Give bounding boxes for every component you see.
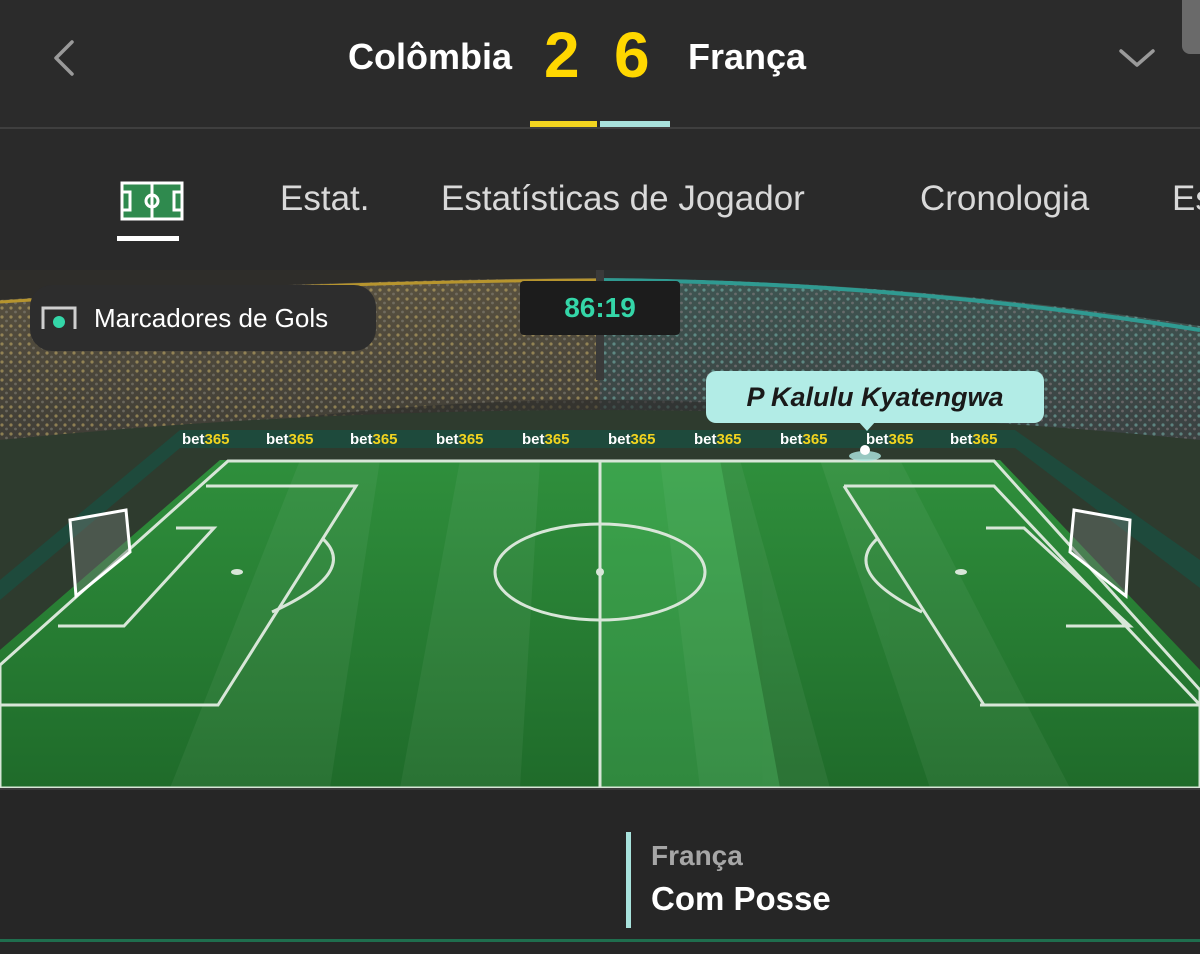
goal-scorers-button[interactable]: Marcadores de Gols bbox=[30, 285, 376, 351]
svg-text:bet365: bet365 bbox=[266, 431, 314, 448]
svg-text:bet365: bet365 bbox=[866, 431, 914, 448]
tab-stats[interactable]: Estat. bbox=[280, 179, 369, 219]
svg-text:bet365: bet365 bbox=[350, 431, 398, 448]
tab-pitch-icon[interactable] bbox=[120, 181, 184, 221]
away-score: 6 bbox=[614, 19, 650, 91]
ball-carrier-label: P Kalulu Kyatengwa bbox=[706, 371, 1044, 423]
svg-text:bet365: bet365 bbox=[608, 431, 656, 448]
svg-text:bet365: bet365 bbox=[522, 431, 570, 448]
home-team-indicator bbox=[530, 121, 597, 127]
tab-timeline[interactable]: Cronologia bbox=[920, 179, 1089, 219]
active-tab-underline bbox=[117, 236, 179, 241]
goal-icon bbox=[41, 306, 77, 329]
home-team-name: Colômbia bbox=[347, 36, 512, 77]
possession-color-bar bbox=[626, 832, 631, 928]
home-score: 2 bbox=[544, 19, 580, 91]
possession-team: França bbox=[651, 840, 743, 871]
scroll-edge bbox=[1182, 0, 1200, 54]
match-clock: 86:19 bbox=[520, 281, 680, 335]
svg-text:bet365: bet365 bbox=[182, 431, 230, 448]
bottom-accent-line bbox=[0, 939, 1200, 942]
svg-text:bet365: bet365 bbox=[950, 431, 998, 448]
back-icon[interactable] bbox=[44, 36, 84, 80]
away-team-indicator bbox=[600, 121, 670, 127]
possession-status: Com Posse bbox=[651, 880, 831, 917]
away-team-name: França bbox=[688, 36, 807, 77]
chevron-down-icon[interactable] bbox=[1114, 38, 1160, 78]
tab-more[interactable]: Es bbox=[1172, 179, 1200, 219]
ball-carrier-pointer bbox=[858, 421, 876, 431]
tab-player-stats[interactable]: Estatísticas de Jogador bbox=[441, 179, 805, 219]
goal-scorers-label: Marcadores de Gols bbox=[94, 302, 329, 333]
svg-text:bet365: bet365 bbox=[694, 431, 742, 448]
svg-text:bet365: bet365 bbox=[436, 431, 484, 448]
tab-bar: Estat. Estatísticas de Jogador Cronologi… bbox=[0, 129, 1200, 270]
possession-panel: França Com Posse bbox=[0, 788, 1200, 954]
panel-divider bbox=[0, 788, 1200, 790]
svg-text:bet365: bet365 bbox=[780, 431, 828, 448]
match-header: Colômbia 2 6 França bbox=[0, 0, 1200, 127]
